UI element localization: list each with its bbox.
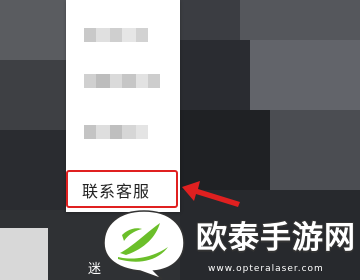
- arrow-icon: [182, 181, 240, 207]
- watermark-url: www.opteralaser.com: [208, 264, 324, 274]
- context-menu-item-obscured[interactable]: [80, 115, 170, 155]
- context-menu-item-obscured[interactable]: [80, 64, 170, 104]
- leaf-logo-icon: [103, 210, 185, 280]
- watermark-name: 欧泰手游网: [196, 220, 356, 256]
- contact-support-label: 联系客服: [82, 182, 151, 201]
- context-menu-item-obscured[interactable]: [80, 18, 170, 58]
- contact-support-menu-item[interactable]: 联系客服: [66, 170, 178, 208]
